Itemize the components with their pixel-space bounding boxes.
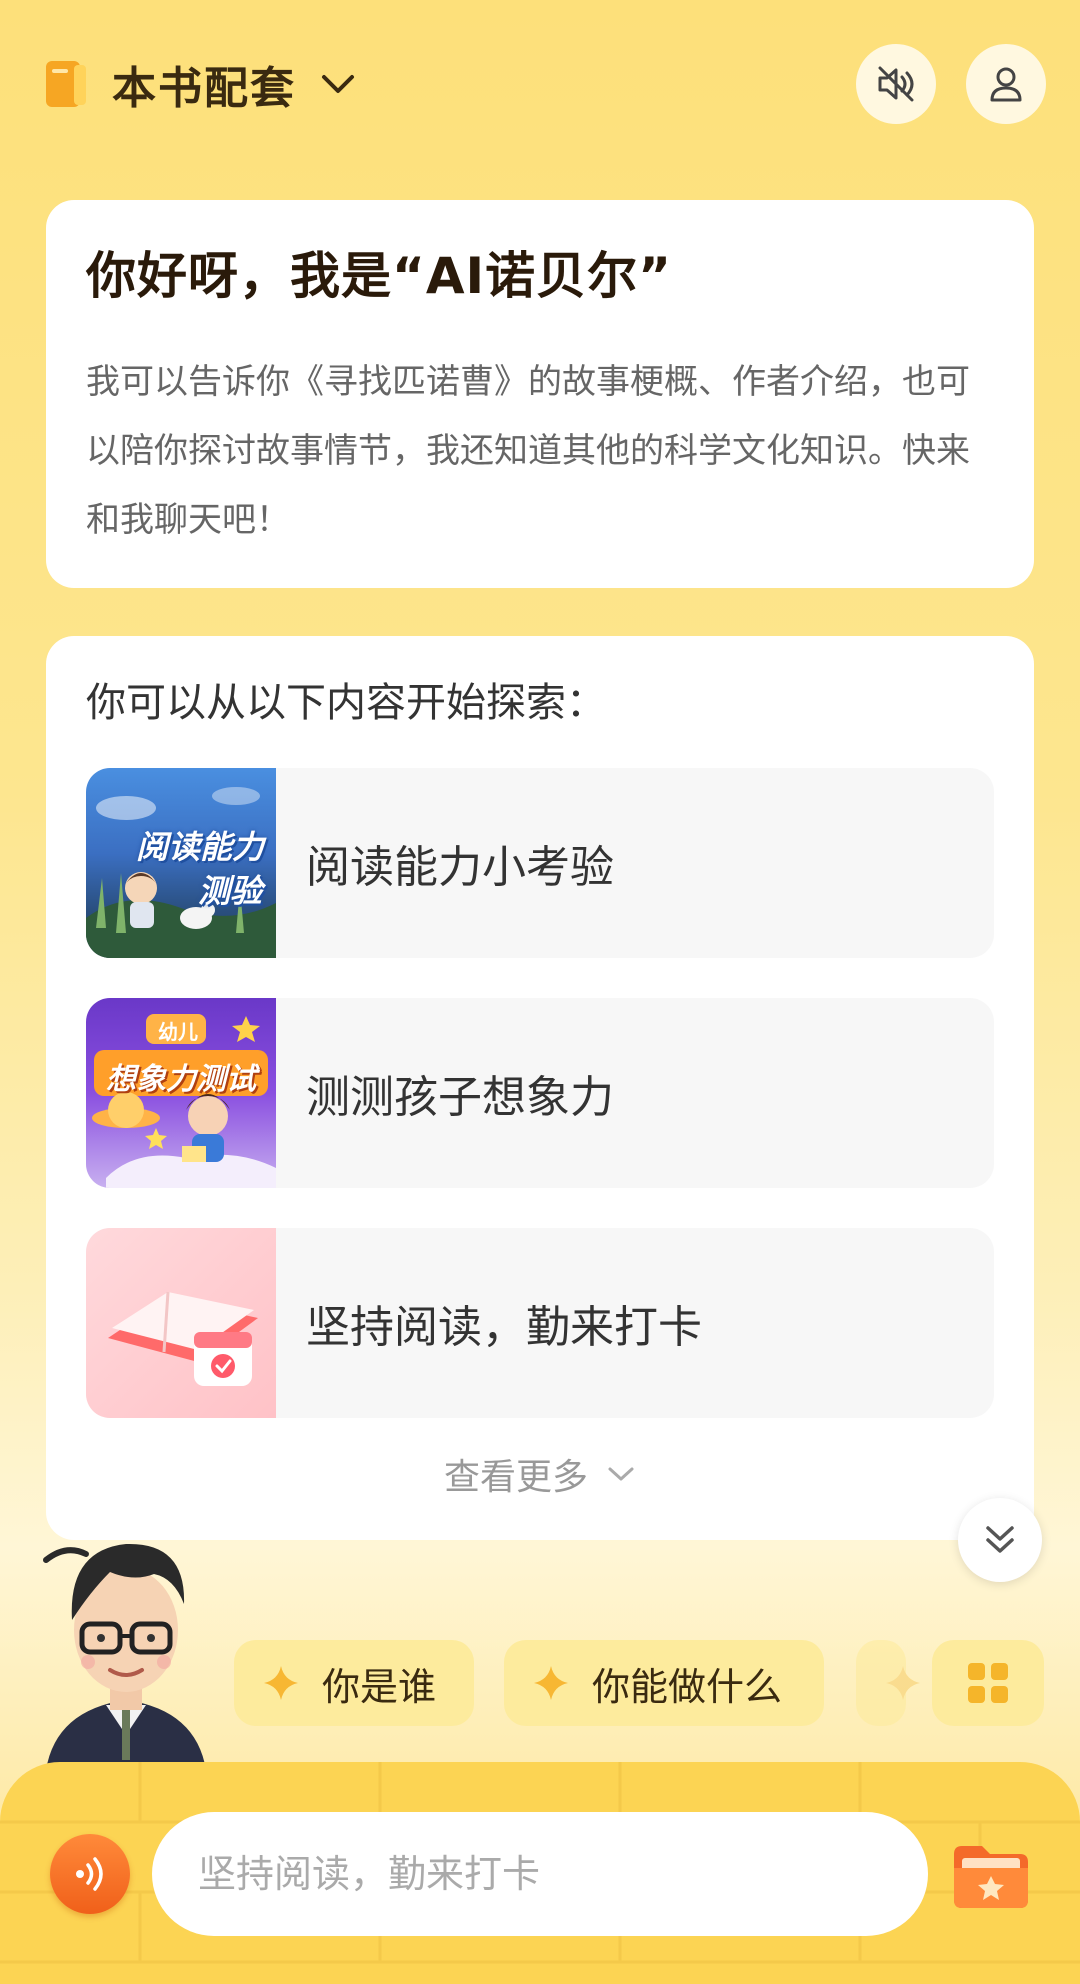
thumb-text-imagination-test: 想象力测试 [106,1062,256,1097]
open-book-calendar-icon [108,1291,258,1386]
greeting-card: 你好呀，我是“AI诺贝尔” 我可以告诉你《寻找匹诺曹》的故事梗概、作者介绍，也可… [46,200,1034,588]
suggestion-chip-more[interactable] [856,1640,920,1726]
bookshelf-button[interactable] [948,1836,1034,1916]
thumb-text-reading-ability: 阅读能力 [135,828,264,866]
suggestion-chip-label: 你能做什么 [592,1664,783,1709]
voice-wave-icon [76,1857,103,1891]
nobel-avatar-illustration [43,1543,206,1770]
grid-icon [968,1663,1008,1703]
scroll-to-bottom-button[interactable] [958,1498,1042,1582]
view-more-button[interactable]: 查看更多 [46,1448,1034,1500]
voice-input-button[interactable] [50,1834,130,1914]
chevron-down-icon[interactable] [318,69,358,99]
suggestion-chip-label: 你是谁 [322,1664,437,1709]
reading-quiz-thumbnail: 阅读能力 测验 [86,768,276,958]
sparkle-icon [532,1664,570,1702]
greeting-title: 你好呀，我是“AI诺贝尔” [86,247,673,305]
explore-item-label: 阅读能力小考验 [306,842,614,893]
explore-card: 你可以从以下内容开始探索： 阅读能力 测验 阅读能力小考验 幼儿 想象力测试 测… [46,636,1034,1540]
explore-item-label: 测测孩子想象力 [306,1072,614,1123]
speaker-mute-icon [878,66,914,102]
mute-button[interactable] [856,44,936,124]
sparkle-icon [884,1664,922,1702]
book-title: 本书配套 [112,63,296,114]
book-selector[interactable]: 本书配套 [44,54,358,114]
menu-grid-button[interactable] [932,1640,1044,1726]
folder-star-icon [954,1846,1028,1908]
thumb-text-test: 测验 [197,872,262,910]
greeting-text: 我可以告诉你《寻找匹诺曹》的故事梗概、作者介绍，也可以陪你探讨故事情节，我还知道… [86,362,970,540]
explore-item-reading-checkin[interactable]: 坚持阅读，勤来打卡 [86,1228,994,1418]
reading-checkin-thumbnail [86,1228,276,1418]
user-icon [990,67,1022,102]
chat-input[interactable] [152,1812,928,1936]
top-bar: 本书配套 [0,0,1080,170]
explore-heading: 你可以从以下内容开始探索： [86,680,606,726]
suggestion-chip-what-can-you-do[interactable]: 你能做什么 [504,1640,824,1726]
explore-item-reading-quiz[interactable]: 阅读能力 测验 阅读能力小考验 [86,768,994,958]
user-profile-button[interactable] [966,44,1046,124]
explore-item-imagination-test[interactable]: 幼儿 想象力测试 测测孩子想象力 [86,998,994,1188]
explore-item-label: 坚持阅读，勤来打卡 [306,1302,702,1353]
view-more-label: 查看更多 [443,1457,588,1498]
chevron-down-icon [608,1467,634,1481]
imagination-test-thumbnail: 幼儿 想象力测试 [86,998,276,1188]
double-chevron-down-icon [986,1526,1014,1553]
suggestion-chip-who-are-you[interactable]: 你是谁 [234,1640,474,1726]
sparkle-icon [262,1664,300,1702]
ai-avatar[interactable] [36,1520,216,1770]
thumb-badge-kids: 幼儿 [158,1020,198,1044]
book-icon [44,59,88,109]
